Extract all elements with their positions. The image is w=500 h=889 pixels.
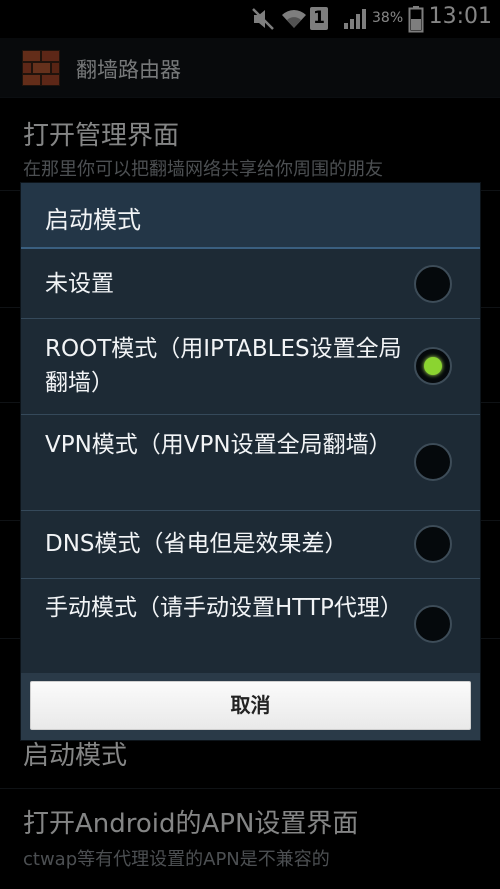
option-label: VPN模式（用VPN设置全局翻墙） bbox=[45, 432, 392, 458]
dialog-button-bar: 取消 bbox=[21, 673, 480, 740]
option-label: DNS模式（省电但是效果差） bbox=[45, 531, 348, 557]
option-label: ROOT模式（用IPTABLES设置全局翻墙） bbox=[45, 336, 402, 396]
option-root-mode[interactable]: ROOT模式（用IPTABLES设置全局翻墙） bbox=[21, 319, 480, 415]
cancel-button[interactable]: 取消 bbox=[30, 681, 471, 730]
option-vpn-mode[interactable]: VPN模式（用VPN设置全局翻墙） bbox=[21, 415, 480, 511]
radio-button[interactable] bbox=[414, 525, 452, 563]
option-manual-mode[interactable]: 手动模式（请手动设置HTTP代理） bbox=[21, 579, 480, 673]
option-label: 未设置 bbox=[45, 271, 114, 297]
startup-mode-dialog: 启动模式 未设置 ROOT模式（用IPTABLES设置全局翻墙） VPN模式（用… bbox=[21, 183, 480, 740]
radio-button[interactable] bbox=[414, 347, 452, 385]
dialog-title-bar: 启动模式 bbox=[21, 183, 480, 249]
radio-button[interactable] bbox=[414, 605, 452, 643]
option-dns-mode[interactable]: DNS模式（省电但是效果差） bbox=[21, 511, 480, 579]
option-not-set[interactable]: 未设置 bbox=[21, 251, 480, 319]
dialog-title: 启动模式 bbox=[45, 206, 141, 234]
radio-button[interactable] bbox=[414, 265, 452, 303]
radio-button[interactable] bbox=[414, 443, 452, 481]
option-label: 手动模式（请手动设置HTTP代理） bbox=[45, 595, 403, 621]
